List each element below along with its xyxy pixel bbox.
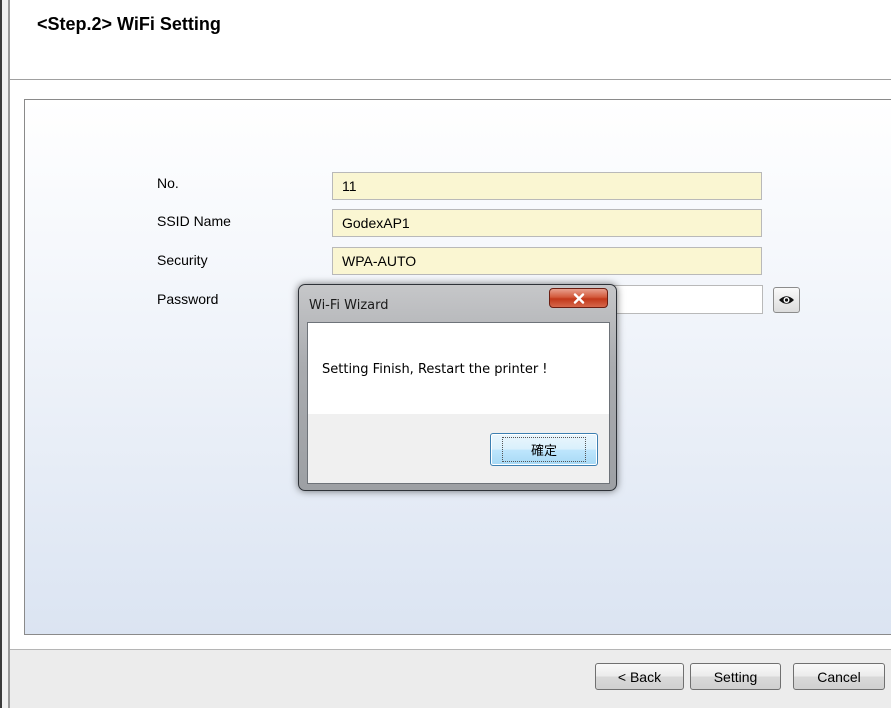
no-label: No.: [157, 175, 179, 191]
close-icon: [573, 292, 584, 304]
password-field[interactable]: [606, 285, 763, 314]
ok-button-label: 確定: [501, 437, 586, 462]
window-left-border: [0, 0, 10, 708]
cancel-button[interactable]: Cancel: [793, 663, 885, 690]
ssid-name-field[interactable]: [332, 209, 762, 237]
dialog-title: Wi-Fi Wizard: [309, 298, 389, 313]
password-label: Password: [157, 291, 219, 307]
dialog-body: Setting Finish, Restart the printer ! 確定: [307, 322, 610, 484]
dialog-message: Setting Finish, Restart the printer !: [322, 362, 548, 377]
wifi-setting-window: <Step.2> WiFi Setting No. SSID Name Secu…: [0, 0, 891, 708]
wifi-wizard-dialog: Wi-Fi Wizard Setting Finish, Restart the…: [298, 284, 617, 491]
dialog-message-area: Setting Finish, Restart the printer !: [308, 323, 609, 414]
setting-button[interactable]: Setting: [690, 663, 781, 690]
page-title: <Step.2> WiFi Setting: [37, 14, 221, 34]
ok-button[interactable]: 確定: [490, 433, 598, 466]
security-label: Security: [157, 252, 208, 268]
dialog-close-button[interactable]: [549, 288, 608, 308]
eye-icon: [779, 296, 794, 304]
no-field[interactable]: [332, 172, 762, 200]
header: <Step.2> WiFi Setting: [10, 0, 891, 80]
back-button[interactable]: < Back: [595, 663, 684, 690]
show-password-button[interactable]: [773, 287, 800, 313]
ssid-name-label: SSID Name: [157, 213, 231, 229]
security-field[interactable]: [332, 247, 762, 275]
